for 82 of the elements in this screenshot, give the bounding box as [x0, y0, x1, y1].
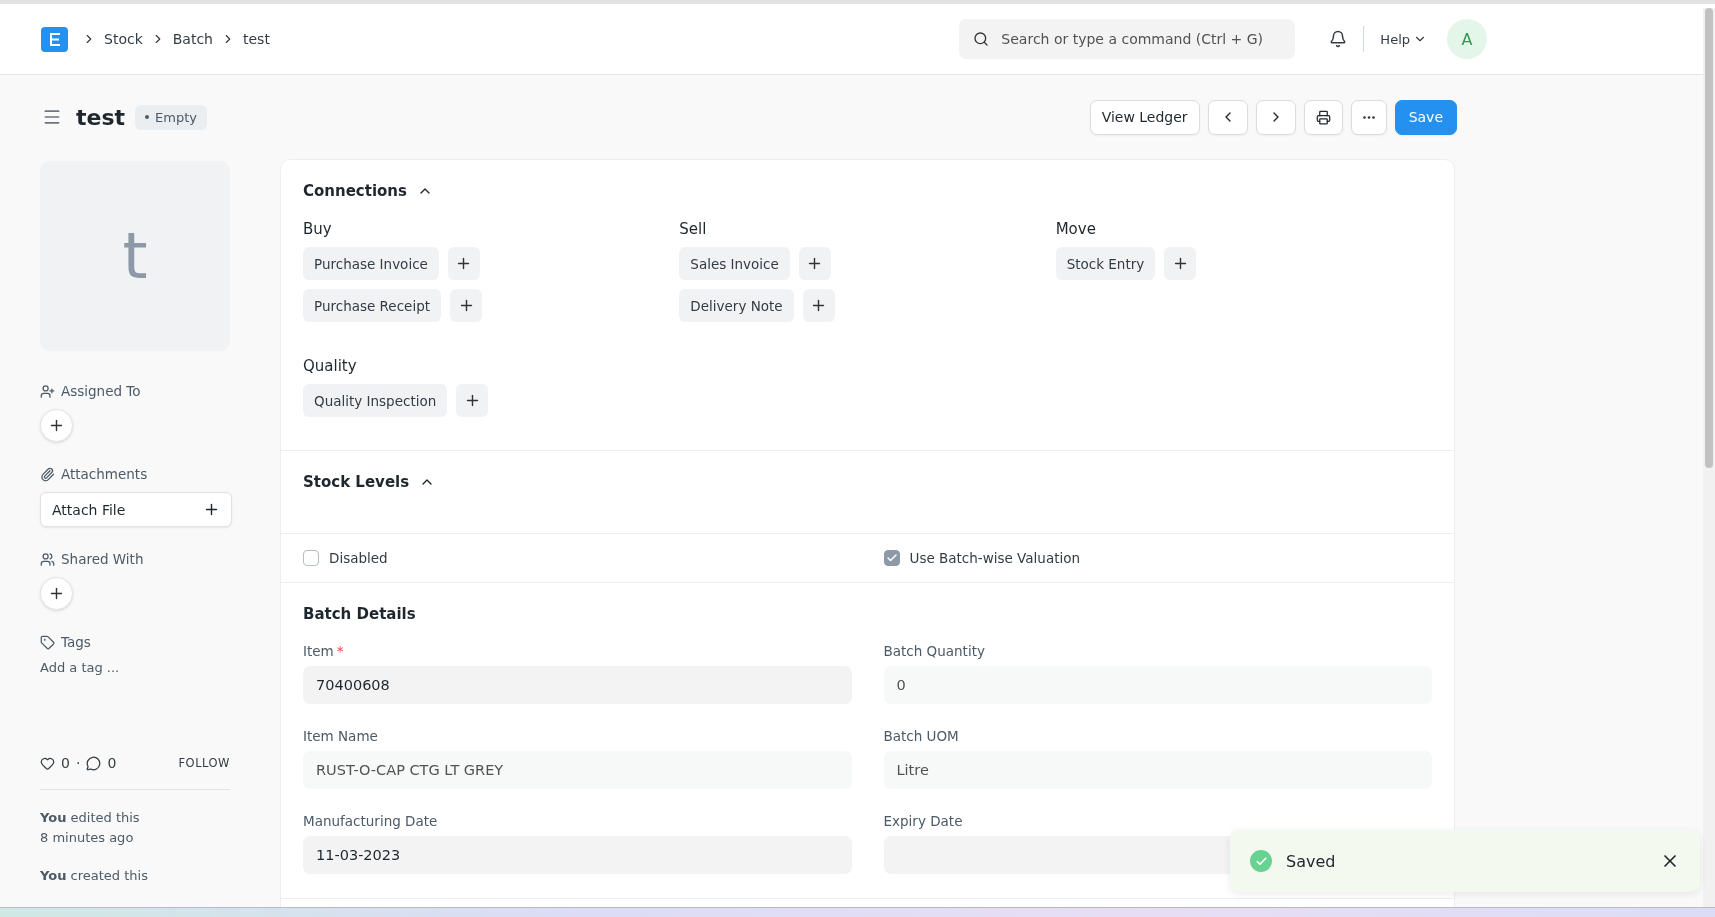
comment-icon: [86, 755, 102, 771]
sidebar-label: Shared With: [61, 551, 144, 567]
printer-icon: [1315, 109, 1331, 125]
plus-icon: [48, 417, 65, 434]
field-label: Batch UOM: [883, 728, 959, 744]
breadcrumb-link[interactable]: test: [243, 31, 270, 47]
activity-text: You created this: [40, 867, 149, 885]
menu-icon[interactable]: [42, 107, 62, 127]
checkbox[interactable]: [303, 550, 319, 566]
success-icon: [1250, 850, 1272, 872]
dot-separator: ·: [75, 755, 81, 771]
checkbox-label: Disabled: [329, 550, 388, 566]
toast-message: Saved: [1286, 851, 1336, 871]
print-button[interactable]: [1303, 99, 1343, 135]
group-title: Sell: [679, 220, 708, 238]
connection-link[interactable]: Sales Invoice: [679, 247, 790, 280]
input-field[interactable]: 11-03-2023: [303, 836, 852, 874]
field-label: Item Name: [303, 728, 378, 744]
more-button[interactable]: [1350, 99, 1387, 135]
group-title: Move: [1055, 220, 1097, 238]
breadcrumb-link[interactable]: Stock: [104, 31, 143, 47]
section-toggle[interactable]: Connections: [303, 182, 433, 200]
input-field[interactable]: 0: [883, 666, 1432, 704]
activity-text: You edited this: [40, 809, 141, 827]
scrollbar[interactable]: [1703, 8, 1715, 907]
checkbox-label: Use Batch-wise Valuation: [909, 550, 1080, 566]
field-label: Expiry Date: [883, 813, 963, 829]
users-icon: [40, 551, 55, 567]
user-plus-icon: [40, 383, 55, 399]
status-indicator: Empty: [135, 104, 207, 130]
add-connection-button[interactable]: [450, 289, 482, 322]
heart-icon[interactable]: [40, 755, 55, 771]
add-tag-link[interactable]: Add a tag ...: [40, 660, 230, 675]
add-share-button[interactable]: [40, 577, 73, 610]
connection-link[interactable]: Purchase Receipt: [303, 289, 441, 322]
ellipsis-icon: [1362, 115, 1375, 119]
search-field[interactable]: Search or type a command (Ctrl + G): [959, 19, 1296, 59]
sidebar-label: Attachments: [61, 466, 148, 482]
like-count: 0: [61, 755, 70, 771]
add-connection-button[interactable]: [802, 289, 835, 322]
view-ledger-button[interactable]: View Ledger: [1089, 99, 1200, 135]
add-assignee-button[interactable]: [40, 409, 73, 442]
search-input[interactable]: Search or type a command (Ctrl + G): [999, 30, 1282, 48]
check-icon: [885, 552, 898, 564]
notification-bell-icon[interactable]: [1329, 30, 1348, 48]
previous-button[interactable]: [1207, 99, 1248, 135]
tag-icon: [40, 634, 55, 650]
sidebar-label: Assigned To: [61, 383, 141, 399]
breadcrumb-link[interactable]: Batch: [172, 31, 213, 47]
field-label: Batch Quantity: [883, 643, 985, 659]
checkbox[interactable]: [883, 550, 900, 566]
comment-count: 0: [107, 755, 117, 771]
section-toggle[interactable]: Stock Levels: [303, 473, 436, 491]
connection-link[interactable]: Purchase Invoice: [303, 247, 439, 280]
sidebar-label: Tags: [61, 634, 91, 650]
app-logo[interactable]: [41, 26, 68, 52]
attach-file-button[interactable]: Attach File: [40, 492, 232, 527]
next-button[interactable]: [1255, 99, 1296, 135]
field-label: Item: [303, 643, 334, 659]
input-field[interactable]: Litre: [883, 751, 1432, 789]
plus-icon: [48, 585, 65, 602]
plus-icon: [203, 501, 220, 518]
help-menu[interactable]: Help: [1380, 31, 1427, 47]
group-title: Buy: [303, 220, 333, 238]
paperclip-icon: [40, 466, 55, 482]
connection-link[interactable]: Delivery Note: [679, 289, 794, 322]
search-icon: [973, 31, 990, 47]
group-title: Quality: [303, 357, 358, 375]
section-title: Batch Details: [303, 605, 417, 623]
connection-link[interactable]: Stock Entry: [1055, 247, 1156, 280]
add-connection-button[interactable]: [456, 384, 489, 417]
add-connection-button[interactable]: [798, 247, 831, 280]
connection-link[interactable]: Quality Inspection: [303, 384, 448, 417]
add-connection-button[interactable]: [447, 247, 480, 280]
follow-link[interactable]: FOLLOW: [178, 756, 230, 770]
field-label: Manufacturing Date: [303, 813, 438, 829]
activity-time: 8 minutes ago: [40, 829, 135, 847]
page-title: test: [76, 104, 126, 130]
input-field[interactable]: RUST-O-CAP CTG LT GREY: [303, 751, 852, 789]
required-asterisk: *: [336, 643, 344, 659]
add-connection-button[interactable]: [1164, 247, 1197, 280]
input-field[interactable]: 70400608: [303, 666, 852, 704]
